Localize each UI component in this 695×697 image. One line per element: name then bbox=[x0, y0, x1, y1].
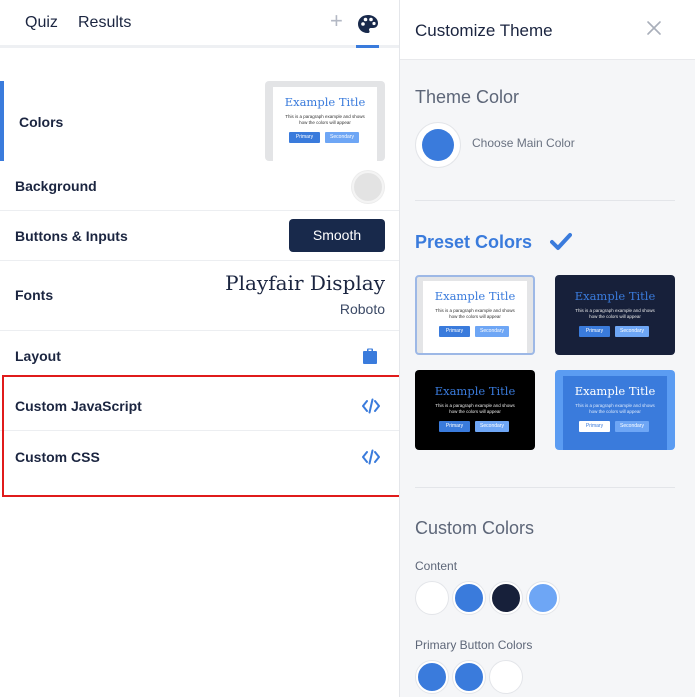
layout-label: Layout bbox=[15, 348, 61, 364]
theme-color-title: Theme Color bbox=[415, 87, 520, 107]
preset-title: Example Title bbox=[434, 289, 516, 303]
tab-quiz[interactable]: Quiz bbox=[25, 14, 58, 32]
button-style-smooth[interactable]: Smooth bbox=[289, 219, 385, 252]
color-swatch[interactable] bbox=[490, 661, 522, 693]
color-swatch[interactable] bbox=[453, 582, 485, 614]
color-swatch[interactable] bbox=[416, 661, 448, 693]
preset-primary-button: Primary bbox=[579, 326, 610, 337]
clipboard-icon[interactable] bbox=[362, 348, 378, 364]
preset-primary-button: Primary bbox=[439, 326, 470, 337]
primary-button-colors-label: Primary Button Colors bbox=[415, 638, 533, 652]
tab-results[interactable]: Results bbox=[78, 14, 131, 32]
divider bbox=[415, 487, 675, 488]
custom-javascript-label: Custom JavaScript bbox=[15, 398, 142, 414]
secondary-font-name: Roboto bbox=[339, 301, 385, 317]
background-label: Background bbox=[15, 178, 97, 194]
preset-black[interactable]: Example Title This is a paragraph exampl… bbox=[415, 370, 535, 450]
palette-icon[interactable] bbox=[357, 14, 379, 34]
preset-colors-title: Preset Colors bbox=[415, 232, 533, 252]
settings-row-custom-css[interactable]: Custom CSS bbox=[0, 431, 399, 481]
customize-theme-panel: Customize Theme Theme Color Choose Main … bbox=[400, 0, 695, 697]
settings-row-layout[interactable]: Layout bbox=[0, 331, 399, 380]
settings-row-fonts[interactable]: Fonts Playfair Display Roboto bbox=[0, 261, 399, 331]
preset-light[interactable]: Example Title This is a paragraph exampl… bbox=[415, 275, 535, 355]
preview-secondary-button: Secondary bbox=[325, 132, 359, 143]
close-icon[interactable] bbox=[646, 20, 662, 36]
choose-main-color-label[interactable]: Choose Main Color bbox=[472, 136, 575, 150]
primary-font-name: Playfair Display bbox=[225, 271, 385, 295]
custom-css-label: Custom CSS bbox=[15, 449, 100, 465]
preset-primary-button: Primary bbox=[579, 421, 610, 432]
colors-label: Colors bbox=[19, 114, 64, 130]
preview-text: This is a paragraph example and shows ho… bbox=[285, 114, 365, 125]
preset-text: This is a paragraph example and shows ho… bbox=[435, 308, 515, 319]
main-color-picker[interactable] bbox=[415, 122, 461, 168]
color-swatch[interactable] bbox=[416, 582, 448, 614]
preview-primary-button: Primary bbox=[289, 132, 320, 143]
preset-secondary-button: Secondary bbox=[475, 421, 509, 432]
active-row-indicator bbox=[0, 81, 4, 161]
preset-blue[interactable]: Example Title This is a paragraph exampl… bbox=[555, 370, 675, 450]
background-color-swatch[interactable] bbox=[352, 171, 384, 203]
preset-text: This is a paragraph example and shows ho… bbox=[575, 308, 655, 319]
fonts-label: Fonts bbox=[15, 287, 54, 303]
divider bbox=[415, 200, 675, 201]
settings-row-custom-javascript[interactable]: Custom JavaScript bbox=[0, 380, 399, 431]
preset-primary-button: Primary bbox=[439, 421, 470, 432]
preset-secondary-button: Secondary bbox=[475, 326, 509, 337]
preset-title: Example Title bbox=[574, 384, 656, 398]
active-tab-indicator bbox=[356, 45, 379, 48]
check-icon bbox=[550, 233, 572, 250]
preview-title: Example Title bbox=[284, 95, 366, 109]
panel-header: Customize Theme bbox=[400, 0, 695, 60]
add-tab-icon[interactable]: + bbox=[330, 10, 343, 32]
settings-panel: Quiz Results + Colors Example Title This… bbox=[0, 0, 401, 697]
custom-colors-title: Custom Colors bbox=[415, 518, 535, 538]
color-swatch[interactable] bbox=[453, 661, 485, 693]
settings-row-colors[interactable]: Colors Example Title This is a paragraph… bbox=[0, 81, 399, 161]
preset-text: This is a paragraph example and shows ho… bbox=[435, 403, 515, 414]
color-swatch[interactable] bbox=[490, 582, 522, 614]
color-swatch[interactable] bbox=[527, 582, 559, 614]
panel-title: Customize Theme bbox=[415, 21, 553, 40]
preset-title: Example Title bbox=[574, 289, 656, 303]
tab-bar: Quiz Results + bbox=[0, 0, 399, 48]
main-color-swatch bbox=[422, 129, 454, 161]
buttons-inputs-label: Buttons & Inputs bbox=[15, 228, 128, 244]
code-icon[interactable] bbox=[362, 449, 380, 465]
preset-secondary-button: Secondary bbox=[615, 326, 649, 337]
preset-navy[interactable]: Example Title This is a paragraph exampl… bbox=[555, 275, 675, 355]
preset-title: Example Title bbox=[434, 384, 516, 398]
current-theme-preview[interactable]: Example Title This is a paragraph exampl… bbox=[265, 81, 385, 161]
code-icon[interactable] bbox=[362, 398, 380, 414]
preset-secondary-button: Secondary bbox=[615, 421, 649, 432]
content-colors-label: Content bbox=[415, 559, 458, 573]
preset-text: This is a paragraph example and shows ho… bbox=[575, 403, 655, 414]
settings-row-background[interactable]: Background bbox=[0, 161, 399, 211]
settings-row-buttons-inputs[interactable]: Buttons & Inputs Smooth bbox=[0, 211, 399, 261]
